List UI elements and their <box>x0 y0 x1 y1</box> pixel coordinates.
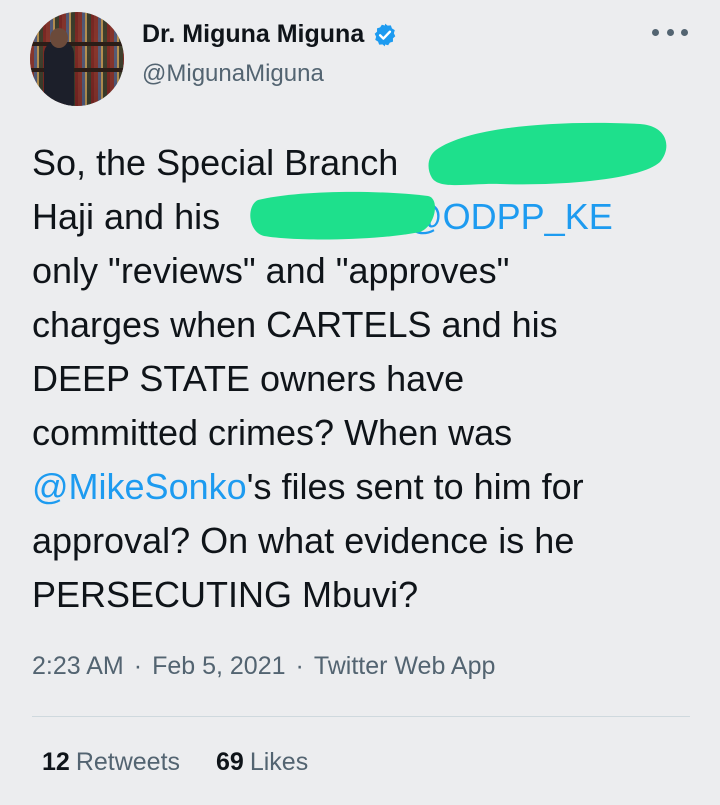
avatar-shelf-line <box>30 42 124 46</box>
avatar-person-body <box>44 40 74 106</box>
tweet-date[interactable]: Feb 5, 2021 <box>152 652 285 681</box>
more-dot <box>666 28 674 36</box>
tweet-text-segment: Haji and his <box>32 196 231 237</box>
retweets-stat[interactable]: 12 Retweets <box>42 748 180 777</box>
avatar[interactable] <box>30 12 124 106</box>
tweet-stats: 12 Retweets 69 Likes <box>42 748 308 777</box>
retweets-label: Retweets <box>75 748 181 776</box>
tweet-line: approval? On what evidence is he <box>32 514 702 568</box>
divider <box>32 716 690 717</box>
tweet-line: Haji and his @ODPP_KE <box>32 190 702 244</box>
meta-separator: · <box>133 652 143 680</box>
more-dot <box>652 28 659 36</box>
tweet-text-segment: DEEP STATE owners have <box>32 358 465 399</box>
tweet-line: DEEP STATE owners have <box>32 352 702 406</box>
likes-count: 69 <box>216 748 244 776</box>
tweet-meta: 2:23 AM · Feb 5, 2021 · Twitter Web App <box>32 652 495 681</box>
mention-link-mikesonko[interactable]: @MikeSonko <box>32 466 247 507</box>
mention-link-odpp[interactable]: @ODPP_KE <box>406 196 613 237</box>
author-name-row[interactable]: Dr. Miguna Miguna <box>142 20 398 49</box>
tweet-line: So, the Special Branch <box>32 136 702 190</box>
tweet-line: only "reviews" and "approves" <box>32 244 702 298</box>
author-display-name[interactable]: Dr. Miguna Miguna <box>142 20 364 49</box>
tweet-line: @MikeSonko's files sent to him for <box>32 460 702 514</box>
tweet-text-segment: only "reviews" and "approves" <box>32 250 510 291</box>
tweet-text-segment: committed crimes? When was <box>32 412 513 453</box>
tweet-source[interactable]: Twitter Web App <box>314 652 496 681</box>
tweet-text-segment: approval? On what evidence is he <box>32 520 575 561</box>
tweet-text-segment: charges when CARTELS and his <box>32 304 558 345</box>
likes-label: Likes <box>249 748 309 776</box>
tweet-text-segment: PERSECUTING Mbuvi? <box>32 574 419 615</box>
tweet-text-segment: 's files sent to him for <box>246 466 584 507</box>
avatar-person-head <box>50 28 68 48</box>
author-handle[interactable]: @MigunaMiguna <box>142 60 324 88</box>
more-options-icon[interactable] <box>652 22 688 42</box>
tweet-line: PERSECUTING Mbuvi? <box>32 568 702 622</box>
likes-stat[interactable]: 69 Likes <box>216 748 308 777</box>
more-dot <box>681 28 688 36</box>
tweet-text: So, the Special Branch Haji and his @ODP… <box>32 136 702 622</box>
tweet-line: charges when CARTELS and his <box>32 298 702 352</box>
tweet-text-segment: So, the Special Branch <box>32 142 399 183</box>
tweet-time[interactable]: 2:23 AM <box>32 652 124 681</box>
verified-badge-icon <box>374 23 396 46</box>
retweets-count: 12 <box>42 748 70 776</box>
meta-separator: · <box>295 652 304 680</box>
tweet-line: committed crimes? When was <box>32 406 702 460</box>
tweet-card: Dr. Miguna Miguna @MigunaMiguna So, the … <box>0 0 720 805</box>
